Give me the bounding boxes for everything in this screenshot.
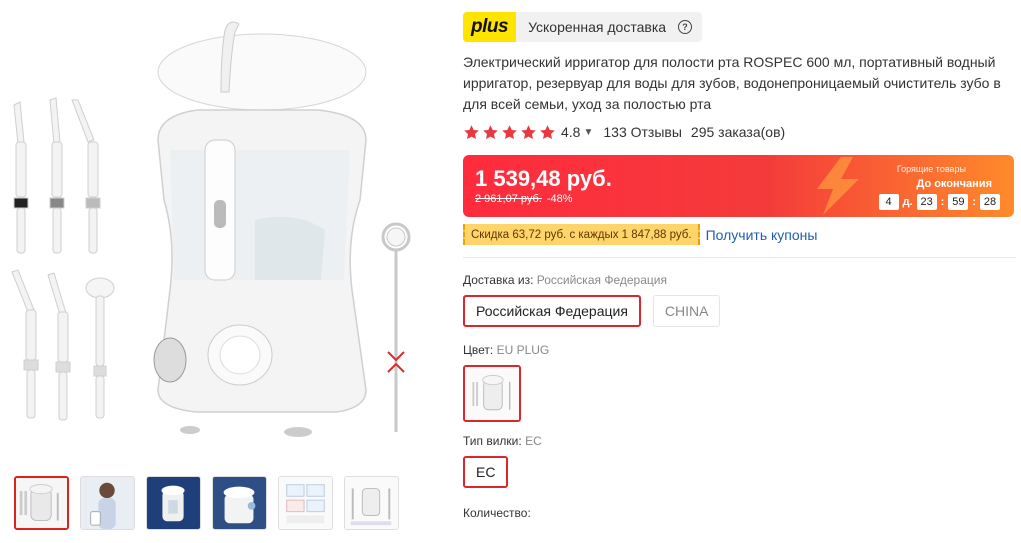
ship-from-option-china[interactable]: CHINA (652, 295, 721, 327)
ship-from-options: Российская Федерация CHINA (463, 295, 1019, 327)
rating-row: 4.8 ▼ 133 Отзывы 295 заказа(ов) (463, 123, 1019, 141)
quantity-label: Количество: (463, 506, 531, 520)
divider (463, 257, 1016, 258)
thumbnail-image (279, 477, 332, 529)
plug-type-label: Тип вилки: EC (463, 434, 1019, 448)
rating-stars (463, 124, 556, 141)
color-value: EU PLUG (496, 343, 550, 357)
color-option-eu-plug[interactable] (463, 365, 521, 422)
thumbnail-image (345, 477, 398, 529)
thumbnail-3[interactable] (146, 476, 201, 530)
ship-from-option-russia[interactable]: Российская Федерация (463, 295, 641, 327)
timer-days: 4 (878, 194, 899, 210)
flosser-tips (11, 97, 115, 421)
thumbnail-image (147, 477, 200, 529)
flosser-device (153, 21, 367, 437)
water-flosser-image (11, 21, 411, 437)
plug-type-label-text: Тип вилки: (463, 434, 522, 448)
countdown-timer: 4 д. 23 : 59 : 28 (878, 194, 1000, 210)
plus-logo: plus (463, 12, 517, 42)
thumbnail-2[interactable] (80, 476, 135, 530)
thumbnail-strip (14, 476, 399, 530)
hot-deals-label: Горящие товары (896, 164, 966, 174)
reviews-count[interactable]: 133 Отзывы (603, 124, 682, 140)
product-title: Электрический ирригатор для полости рта … (463, 54, 1001, 112)
ship-from-label: Доставка из: Российская Федерация (463, 273, 1019, 287)
price-banner: 1 539,48 руб. 2 961,07 руб. -48% Горящие… (463, 155, 1014, 217)
thumbnail-1[interactable] (14, 476, 69, 530)
orders-count: 295 заказа(ов) (690, 124, 786, 140)
timer-seconds: 28 (980, 194, 1000, 210)
question-circle-icon[interactable]: ? (678, 20, 693, 34)
fast-delivery-badge[interactable]: plus Ускоренная доставка ? (463, 12, 703, 42)
dental-mirror (381, 222, 411, 432)
color-label-text: Цвет: (463, 343, 494, 357)
star-icon (521, 124, 536, 139)
ship-from-value: Российская Федерация (536, 273, 667, 287)
star-icon (540, 124, 555, 139)
star-icon (502, 124, 517, 139)
ship-from-label-text: Доставка из: (463, 273, 534, 287)
color-swatch-image (465, 367, 519, 420)
fast-delivery-text: Ускоренная доставка (528, 19, 667, 35)
thumbnail-image (81, 477, 134, 529)
product-info-panel: plus Ускоренная доставка ? Электрический… (463, 12, 1019, 520)
timer-separator: : (972, 196, 976, 208)
timer-minutes: 59 (948, 194, 969, 210)
lightning-icon (817, 157, 859, 215)
thumbnail-5[interactable] (278, 476, 333, 530)
coupon-row: Скидка 63,72 руб. с каждых 1 847,88 руб.… (463, 224, 1019, 245)
thumbnail-image (213, 477, 266, 529)
timer-hours: 23 (916, 194, 937, 210)
coupon-tag[interactable]: Скидка 63,72 руб. с каждых 1 847,88 руб. (463, 224, 700, 245)
thumbnail-4[interactable] (212, 476, 267, 530)
plug-type-options: EC (463, 456, 1019, 488)
chevron-down-icon[interactable]: ▼ (583, 127, 593, 138)
rating-value[interactable]: 4.8 (561, 124, 580, 140)
timer-days-suffix: д. (902, 196, 913, 208)
star-icon (483, 124, 498, 139)
old-price-row: 2 961,07 руб. -48% (475, 193, 573, 205)
plug-option-ec[interactable]: EC (463, 456, 509, 488)
discount-badge: -48% (546, 193, 573, 205)
current-price: 1 539,48 руб. (475, 166, 612, 191)
thumbnail-image (16, 478, 67, 528)
color-label: Цвет: EU PLUG (463, 343, 1019, 357)
old-price: 2 961,07 руб. (475, 193, 542, 205)
timer-separator: : (940, 196, 945, 208)
get-coupons-link[interactable]: Получить купоны (706, 227, 818, 243)
countdown-label: До окончания (916, 178, 992, 190)
plug-type-value: EC (525, 434, 542, 448)
thumbnail-6[interactable] (344, 476, 399, 530)
main-product-image[interactable] (0, 0, 450, 460)
star-icon (464, 124, 479, 139)
